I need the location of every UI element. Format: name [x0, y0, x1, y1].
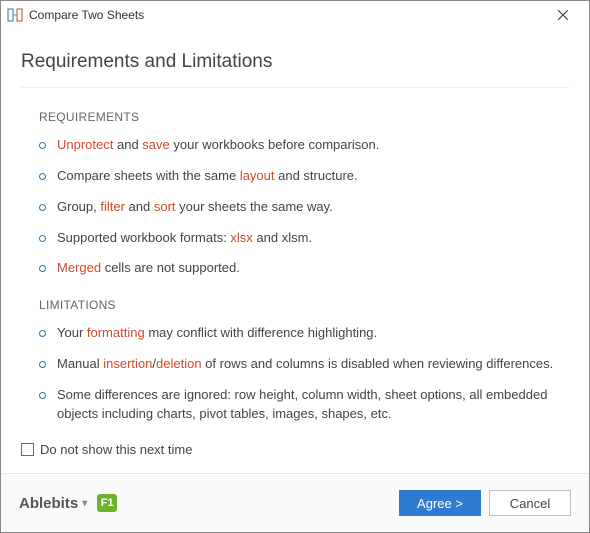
- cancel-button[interactable]: Cancel: [489, 490, 571, 516]
- do-not-show-checkbox[interactable]: [21, 443, 34, 456]
- list-item: Your formatting may conflict with differ…: [39, 324, 569, 343]
- dialog-footer: Ablebits ▾ F1 Agree > Cancel: [1, 473, 589, 532]
- checkbox-label[interactable]: Do not show this next time: [40, 442, 192, 457]
- list-item: Supported workbook formats: xlsx and xls…: [39, 229, 569, 248]
- limitations-list: Your formatting may conflict with differ…: [39, 324, 569, 423]
- checkbox-row: Do not show this next time: [21, 442, 589, 473]
- dialog-window: Compare Two Sheets Requirements and Limi…: [0, 0, 590, 533]
- requirements-section: REQUIREMENTS Unprotect and save your wor…: [39, 110, 569, 278]
- list-item: Compare sheets with the same layout and …: [39, 167, 569, 186]
- close-icon: [558, 8, 568, 23]
- divider: [21, 87, 569, 88]
- page-title: Requirements and Limitations: [21, 51, 569, 73]
- help-button[interactable]: F1: [97, 494, 117, 512]
- title-bar: Compare Two Sheets: [1, 1, 589, 29]
- app-icon: [7, 7, 23, 23]
- chevron-down-icon: ▾: [82, 498, 87, 509]
- window-title: Compare Two Sheets: [29, 8, 543, 22]
- section-title: REQUIREMENTS: [39, 110, 569, 124]
- dialog-content: Requirements and Limitations REQUIREMENT…: [1, 29, 589, 434]
- list-item: Unprotect and save your workbooks before…: [39, 136, 569, 155]
- agree-button[interactable]: Agree >: [399, 490, 481, 516]
- list-item: Some differences are ignored: row height…: [39, 386, 569, 424]
- list-item: Manual insertion/deletion of rows and co…: [39, 355, 569, 374]
- brand-menu[interactable]: Ablebits ▾: [19, 495, 87, 512]
- brand-label: Ablebits: [19, 495, 78, 512]
- requirements-list: Unprotect and save your workbooks before…: [39, 136, 569, 278]
- list-item: Group, filter and sort your sheets the s…: [39, 198, 569, 217]
- section-title: LIMITATIONS: [39, 298, 569, 312]
- list-item: Merged cells are not supported.: [39, 259, 569, 278]
- close-button[interactable]: [543, 1, 583, 29]
- limitations-section: LIMITATIONS Your formatting may conflict…: [39, 298, 569, 423]
